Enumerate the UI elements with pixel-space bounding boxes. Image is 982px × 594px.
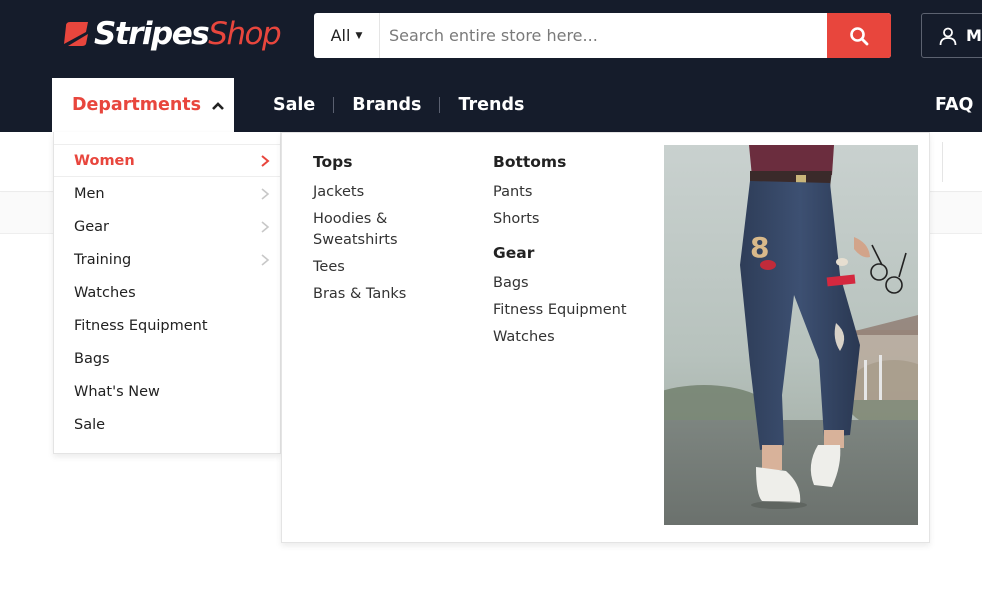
promo-photo: 8 [664,145,918,525]
mega-link-hoodies[interactable]: Hoodies & Sweatshirts [313,209,413,251]
departments-label: Departments [72,95,202,115]
nav-link-brands[interactable]: Brands [334,95,439,115]
mega-link-tees[interactable]: Tees [313,257,463,278]
mega-menu-panel: Tops Jackets Hoodies & Sweatshirts Tees … [281,132,930,543]
chevron-right-icon [261,220,270,233]
mega-heading-tops[interactable]: Tops [313,151,463,173]
nav-link-trends[interactable]: Trends [440,95,542,115]
dept-item-whats-new[interactable]: What's New [54,375,280,408]
dept-item-men[interactable]: Men [54,177,280,210]
mega-link-fitness-equipment[interactable]: Fitness Equipment [493,300,653,321]
dept-item-label: Men [74,185,105,202]
account-initial: M [966,26,982,45]
mega-col-bottoms: Bottoms Pants Shorts Gear Bags Fitness E… [493,151,653,354]
search-input[interactable] [380,13,827,58]
departments-toggle[interactable]: Departments [52,78,234,132]
dept-item-watches[interactable]: Watches [54,276,280,309]
dept-item-fitness-equipment[interactable]: Fitness Equipment [54,309,280,342]
mega-link-bras-tanks[interactable]: Bras & Tanks [313,284,463,305]
svg-text:8: 8 [750,231,769,264]
mega-link-pants[interactable]: Pants [493,182,653,203]
search-bar: All ▼ [314,13,891,58]
dept-item-label: Gear [74,218,110,235]
nav-link-faq[interactable]: FAQ [935,78,973,132]
search-button[interactable] [827,13,891,58]
caret-down-icon: ▼ [355,30,363,41]
chevron-right-icon [261,253,270,266]
mega-link-jackets[interactable]: Jackets [313,182,463,203]
dept-item-women[interactable]: Women [54,144,280,177]
search-icon [850,26,869,45]
dept-item-label: Training [74,251,132,268]
dept-item-gear[interactable]: Gear [54,210,280,243]
mega-link-bags[interactable]: Bags [493,273,653,294]
dept-item-bags[interactable]: Bags [54,342,280,375]
dept-item-label: Fitness Equipment [74,317,208,334]
dept-item-label: Women [74,152,135,169]
logo-brand-accent: Shop [208,16,281,52]
logo-mark-icon [64,22,88,46]
account-button[interactable]: M [921,13,982,58]
promo-image[interactable]: 8 [664,145,918,525]
departments-menu: Women Men Gear Training Watches Fitness … [53,132,281,454]
mega-col-tops: Tops Jackets Hoodies & Sweatshirts Tees … [313,151,463,311]
dept-item-label: What's New [74,383,160,400]
logo-text: StripesShop [94,16,282,52]
dept-item-label: Sale [74,416,106,433]
chevron-up-icon [212,102,224,110]
store-logo[interactable]: StripesShop [62,14,282,54]
nav-link-sale[interactable]: Sale [255,95,333,115]
dept-item-label: Watches [74,284,136,301]
logo-brand-main: Stripes [94,16,210,52]
dept-item-label: Bags [74,350,110,367]
subbar-divider [942,142,943,182]
dept-item-training[interactable]: Training [54,243,280,276]
mega-heading-gear[interactable]: Gear [493,242,653,264]
dept-item-sale[interactable]: Sale [54,408,280,441]
search-category-dropdown[interactable]: All ▼ [314,13,380,58]
mega-link-watches[interactable]: Watches [493,327,653,348]
user-icon [939,27,957,45]
mega-heading-bottoms[interactable]: Bottoms [493,151,653,173]
main-nav: Sale Brands Trends [255,78,542,132]
chevron-right-icon [261,187,270,200]
mega-link-shorts[interactable]: Shorts [493,209,653,230]
chevron-right-icon [261,154,270,167]
search-category-label: All [330,26,351,45]
